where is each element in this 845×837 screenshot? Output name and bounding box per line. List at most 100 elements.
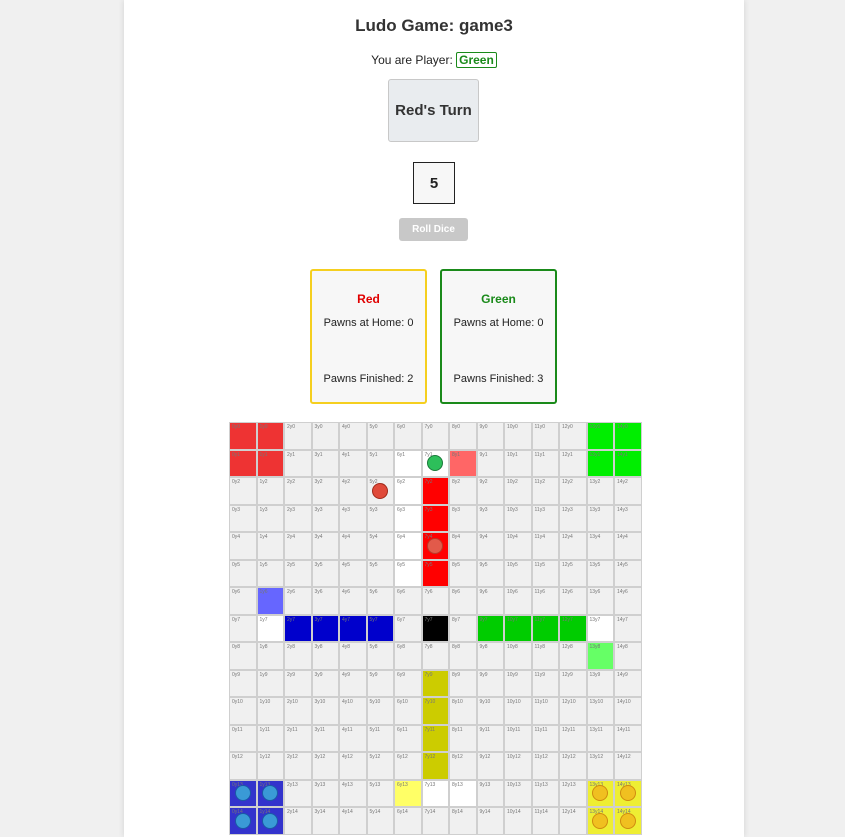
board-cell[interactable]: 0y12 — [229, 752, 257, 780]
board-cell[interactable]: 6y6 — [394, 587, 422, 615]
board-cell[interactable]: 9y13 — [476, 779, 504, 807]
board-cell[interactable]: 3y5 — [311, 559, 339, 587]
board-cell[interactable]: 0y13 — [229, 779, 257, 807]
board-cell[interactable]: 11y1 — [531, 449, 559, 477]
board-cell[interactable]: 3y12 — [311, 752, 339, 780]
board-cell[interactable]: 1y12 — [256, 752, 284, 780]
board-cell[interactable]: 14y13 — [614, 779, 642, 807]
board-cell[interactable]: 2y9 — [284, 669, 312, 697]
board-cell[interactable]: 2y7 — [284, 614, 312, 642]
board-cell[interactable]: 13y10 — [586, 697, 614, 725]
board-cell[interactable]: 1y2 — [256, 477, 284, 505]
board-cell[interactable]: 7y0 — [421, 422, 449, 450]
board-cell[interactable]: 7y5 — [421, 559, 449, 587]
board-cell[interactable]: 3y1 — [311, 449, 339, 477]
board-cell[interactable]: 12y7 — [559, 614, 587, 642]
board-cell[interactable]: 6y14 — [394, 807, 422, 835]
board-cell[interactable]: 0y7 — [229, 614, 257, 642]
board-cell[interactable]: 1y3 — [256, 504, 284, 532]
pawn[interactable] — [372, 482, 389, 499]
board-cell[interactable]: 10y9 — [504, 669, 532, 697]
board-cell[interactable]: 8y9 — [449, 669, 477, 697]
board-cell[interactable]: 11y6 — [531, 587, 559, 615]
board-cell[interactable]: 0y3 — [229, 504, 257, 532]
board-cell[interactable]: 11y13 — [531, 779, 559, 807]
board-cell[interactable]: 10y2 — [504, 477, 532, 505]
pawn[interactable] — [262, 785, 279, 802]
board-cell[interactable]: 9y6 — [476, 587, 504, 615]
board-cell[interactable]: 1y11 — [256, 724, 284, 752]
board-cell[interactable]: 1y1 — [256, 449, 284, 477]
board-cell[interactable]: 12y11 — [559, 724, 587, 752]
board-cell[interactable]: 13y7 — [586, 614, 614, 642]
board-cell[interactable]: 14y0 — [614, 422, 642, 450]
board-cell[interactable]: 13y13 — [586, 779, 614, 807]
board-cell[interactable]: 12y3 — [559, 504, 587, 532]
board-cell[interactable]: 3y3 — [311, 504, 339, 532]
board-cell[interactable]: 8y3 — [449, 504, 477, 532]
board-cell[interactable]: 3y8 — [311, 642, 339, 670]
board-cell[interactable]: 6y1 — [394, 449, 422, 477]
board-cell[interactable]: 5y6 — [366, 587, 394, 615]
board-cell[interactable]: 8y7 — [449, 614, 477, 642]
board-cell[interactable]: 11y4 — [531, 532, 559, 560]
board-cell[interactable]: 5y12 — [366, 752, 394, 780]
board-cell[interactable]: 3y0 — [311, 422, 339, 450]
pawn[interactable] — [234, 812, 251, 829]
pawn[interactable] — [427, 537, 444, 554]
board-cell[interactable]: 7y14 — [421, 807, 449, 835]
board-cell[interactable]: 6y10 — [394, 697, 422, 725]
board-cell[interactable]: 4y10 — [339, 697, 367, 725]
pawn[interactable] — [619, 785, 636, 802]
board-cell[interactable]: 8y6 — [449, 587, 477, 615]
board-cell[interactable]: 9y4 — [476, 532, 504, 560]
board-cell[interactable]: 4y7 — [339, 614, 367, 642]
board-cell[interactable]: 7y1 — [421, 449, 449, 477]
board-cell[interactable]: 5y3 — [366, 504, 394, 532]
board-cell[interactable]: 0y1 — [229, 449, 257, 477]
board-cell[interactable]: 6y3 — [394, 504, 422, 532]
board-cell[interactable]: 10y7 — [504, 614, 532, 642]
board-cell[interactable]: 8y4 — [449, 532, 477, 560]
board-cell[interactable]: 7y4 — [421, 532, 449, 560]
board-cell[interactable]: 13y9 — [586, 669, 614, 697]
board-cell[interactable]: 8y14 — [449, 807, 477, 835]
board-cell[interactable]: 8y11 — [449, 724, 477, 752]
board-cell[interactable]: 0y5 — [229, 559, 257, 587]
board-cell[interactable]: 11y0 — [531, 422, 559, 450]
board-cell[interactable]: 3y2 — [311, 477, 339, 505]
board-cell[interactable]: 1y8 — [256, 642, 284, 670]
board-cell[interactable]: 7y13 — [421, 779, 449, 807]
board-cell[interactable]: 10y11 — [504, 724, 532, 752]
board-cell[interactable]: 11y7 — [531, 614, 559, 642]
board-cell[interactable]: 6y11 — [394, 724, 422, 752]
board-cell[interactable]: 10y12 — [504, 752, 532, 780]
board-cell[interactable]: 7y6 — [421, 587, 449, 615]
board-cell[interactable]: 14y12 — [614, 752, 642, 780]
board-cell[interactable]: 14y5 — [614, 559, 642, 587]
board-cell[interactable]: 7y3 — [421, 504, 449, 532]
board-cell[interactable]: 5y2 — [366, 477, 394, 505]
board-cell[interactable]: 10y1 — [504, 449, 532, 477]
board-cell[interactable]: 5y7 — [366, 614, 394, 642]
board-cell[interactable]: 11y2 — [531, 477, 559, 505]
board-cell[interactable]: 8y2 — [449, 477, 477, 505]
board-cell[interactable]: 3y10 — [311, 697, 339, 725]
board-cell[interactable]: 13y8 — [586, 642, 614, 670]
board-cell[interactable]: 14y6 — [614, 587, 642, 615]
board-cell[interactable]: 11y9 — [531, 669, 559, 697]
board-cell[interactable]: 7y8 — [421, 642, 449, 670]
board-cell[interactable]: 12y14 — [559, 807, 587, 835]
board-cell[interactable]: 14y14 — [614, 807, 642, 835]
board-cell[interactable]: 0y4 — [229, 532, 257, 560]
board-cell[interactable]: 4y5 — [339, 559, 367, 587]
board-cell[interactable]: 14y3 — [614, 504, 642, 532]
board-cell[interactable]: 9y3 — [476, 504, 504, 532]
board-cell[interactable]: 8y8 — [449, 642, 477, 670]
board-cell[interactable]: 2y0 — [284, 422, 312, 450]
board-cell[interactable]: 0y9 — [229, 669, 257, 697]
board-cell[interactable]: 9y2 — [476, 477, 504, 505]
board-cell[interactable]: 7y12 — [421, 752, 449, 780]
board-cell[interactable]: 5y0 — [366, 422, 394, 450]
board-cell[interactable]: 4y3 — [339, 504, 367, 532]
